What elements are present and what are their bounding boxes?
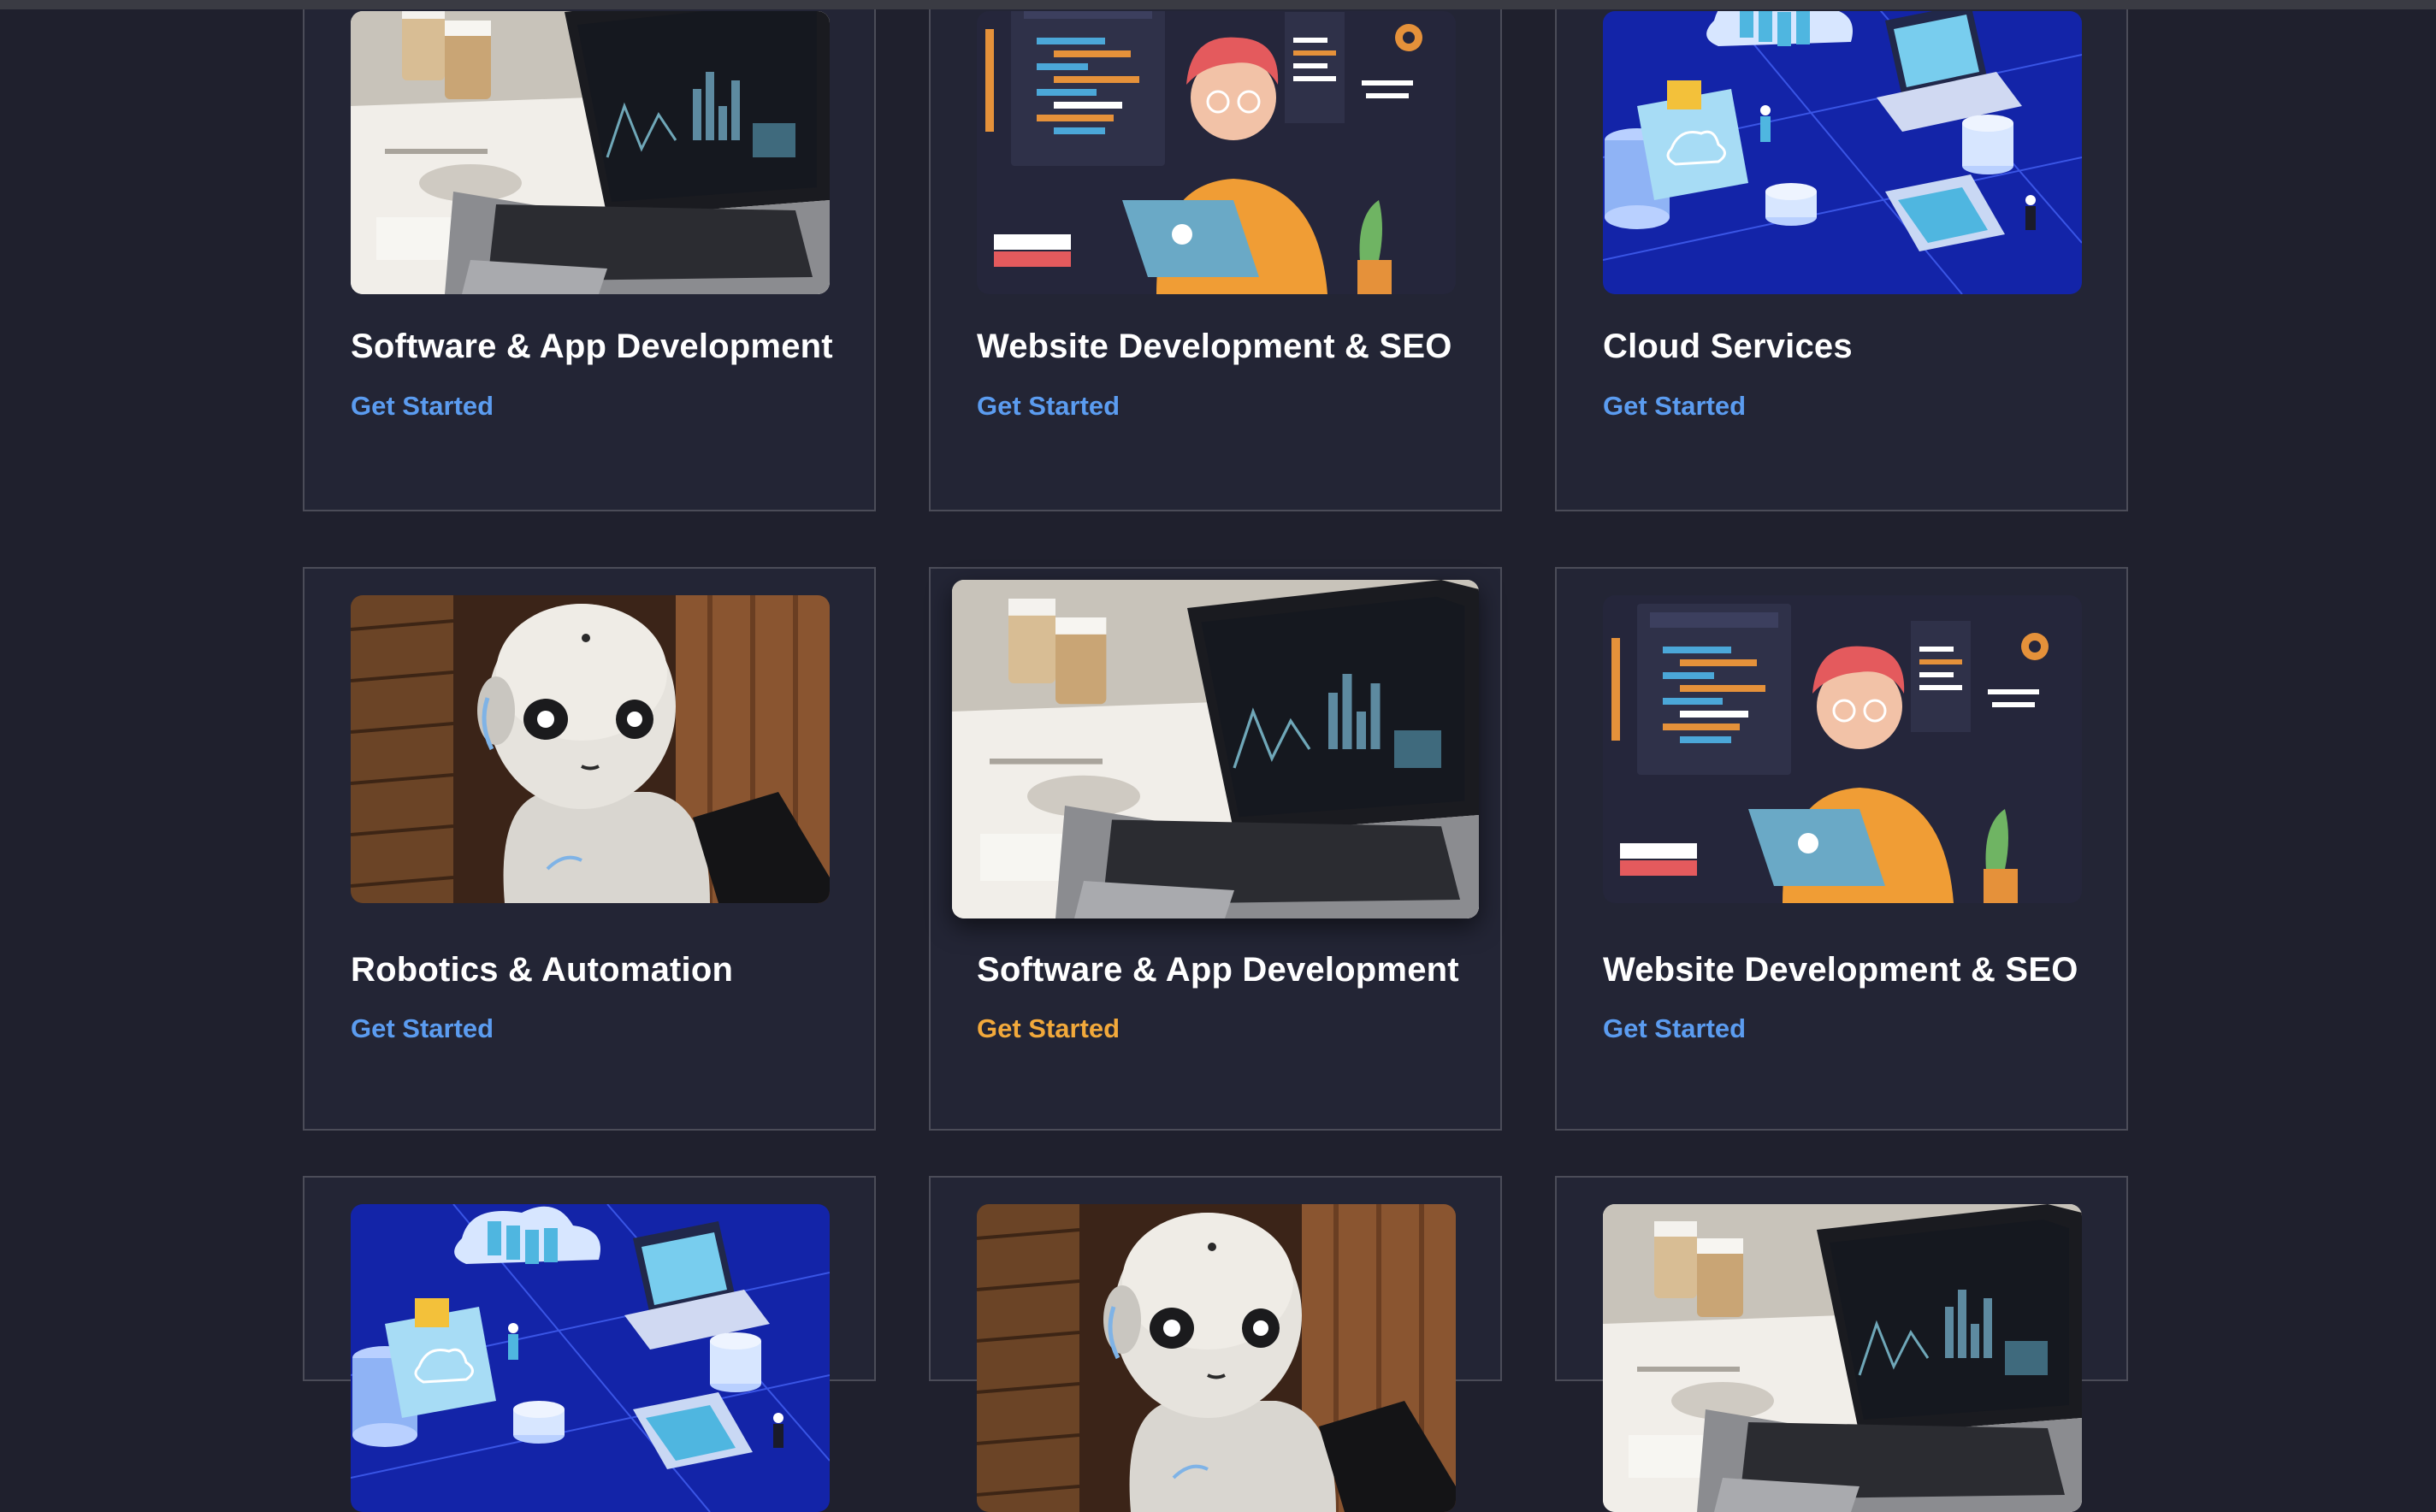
card-image-robot <box>351 595 830 903</box>
service-card[interactable]: Website Development & SEO Get Started <box>929 9 1502 511</box>
card-title: Website Development & SEO <box>1603 951 2078 989</box>
card-title: Website Development & SEO <box>977 328 1452 365</box>
card-image-laptop-analytics <box>1603 1204 2082 1512</box>
card-image-robot <box>977 1204 1456 1512</box>
browser-top-edge <box>0 0 2436 9</box>
get-started-link[interactable]: Get Started <box>977 391 1120 422</box>
card-image-laptop-analytics <box>351 11 830 294</box>
card-image-cloud-network <box>1603 11 2082 294</box>
services-grid: Software & App Development Get Started W… <box>303 9 2128 1512</box>
get-started-link[interactable]: Get Started <box>351 391 494 422</box>
service-card[interactable]: Robotics & Automation Get Started <box>303 567 876 1131</box>
service-card[interactable] <box>1555 1176 2128 1512</box>
service-card[interactable]: Website Development & SEO Get Started <box>1555 567 2128 1131</box>
get-started-link[interactable]: Get Started <box>1603 1013 1746 1044</box>
card-title: Cloud Services <box>1603 328 1853 365</box>
card-title: Software & App Development <box>977 951 1459 989</box>
card-image-web-developer <box>977 11 1456 294</box>
service-card[interactable]: Software & App Development Get Started <box>303 9 876 511</box>
service-card[interactable]: Cloud Services Get Started <box>1555 9 2128 511</box>
service-card-hovered[interactable]: Software & App Development Get Started <box>929 567 1502 1131</box>
get-started-link[interactable]: Get Started <box>351 1013 494 1044</box>
card-image-cloud-network <box>351 1204 830 1512</box>
service-card[interactable] <box>303 1176 876 1512</box>
card-title: Robotics & Automation <box>351 951 734 989</box>
card-image-web-developer <box>1603 595 2082 903</box>
get-started-link[interactable]: Get Started <box>977 1013 1120 1044</box>
get-started-link[interactable]: Get Started <box>1603 391 1746 422</box>
card-image-laptop-analytics <box>952 580 1479 918</box>
card-title: Software & App Development <box>351 328 833 365</box>
service-card[interactable] <box>929 1176 1502 1381</box>
